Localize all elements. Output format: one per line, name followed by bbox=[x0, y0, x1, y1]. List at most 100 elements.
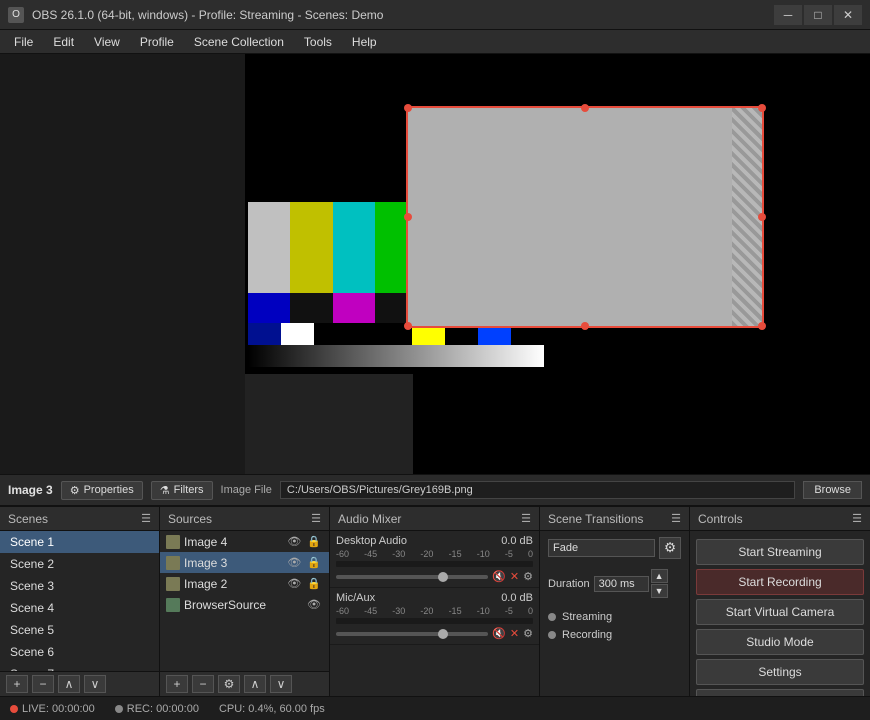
desktop-audio-meter bbox=[336, 561, 533, 567]
source-settings-button[interactable]: ⚙ bbox=[218, 675, 240, 693]
source-add-button[interactable]: + bbox=[166, 675, 188, 693]
audio-mixer-menu-icon[interactable]: ☰ bbox=[521, 512, 531, 525]
menu-file[interactable]: File bbox=[4, 33, 43, 51]
menu-scene-collection[interactable]: Scene Collection bbox=[184, 33, 294, 51]
image-file-label: Image File bbox=[221, 484, 272, 496]
handle-tc[interactable] bbox=[581, 104, 589, 112]
source-row-browser[interactable]: BrowserSource 👁 bbox=[160, 594, 329, 615]
menu-view[interactable]: View bbox=[84, 33, 130, 51]
mic-audio-mute[interactable]: 🔇 bbox=[492, 627, 506, 640]
controls-panel: Controls ☰ Start Streaming Start Recordi… bbox=[690, 507, 870, 696]
source-icon-image3 bbox=[166, 556, 180, 570]
mic-audio-slider[interactable] bbox=[336, 632, 488, 636]
scenes-panel-body: Scene 1 Scene 2 Scene 3 Scene 4 Scene 5 … bbox=[0, 531, 159, 671]
handle-br[interactable] bbox=[758, 322, 766, 330]
audio-channel-mic-header: Mic/Aux 0.0 dB bbox=[336, 592, 533, 604]
controls-menu-icon[interactable]: ☰ bbox=[852, 512, 862, 525]
scene-item-1[interactable]: Scene 1 bbox=[0, 531, 159, 553]
handle-mr[interactable] bbox=[758, 213, 766, 221]
source-name-image2: Image 2 bbox=[184, 577, 227, 591]
mic-audio-vol-x[interactable]: ✕ bbox=[510, 627, 519, 640]
exit-button[interactable]: Exit bbox=[696, 689, 864, 696]
duration-down-button[interactable]: ▼ bbox=[651, 584, 668, 598]
mic-audio-settings[interactable]: ⚙ bbox=[523, 627, 533, 640]
start-recording-button[interactable]: Start Recording bbox=[696, 569, 864, 595]
preview-canvas bbox=[0, 54, 870, 474]
duration-value[interactable] bbox=[594, 576, 649, 592]
menu-profile[interactable]: Profile bbox=[130, 33, 184, 51]
selected-source-name: Image 3 bbox=[8, 483, 53, 497]
transition-settings-button[interactable]: ⚙ bbox=[659, 537, 681, 559]
browse-button[interactable]: Browse bbox=[803, 481, 862, 499]
source-icon-image4 bbox=[166, 535, 180, 549]
controls-body: Start Streaming Start Recording Start Vi… bbox=[690, 531, 870, 696]
bar-yellow bbox=[290, 202, 332, 293]
source-lock-image3[interactable]: 🔒 bbox=[305, 555, 323, 570]
scene-item-6[interactable]: Scene 6 bbox=[0, 641, 159, 663]
preview-left-dark bbox=[0, 54, 245, 474]
properties-button[interactable]: ⚙ Properties bbox=[61, 481, 143, 500]
menu-help[interactable]: Help bbox=[342, 33, 387, 51]
maximize-button[interactable]: □ bbox=[804, 5, 832, 25]
gear-icon: ⚙ bbox=[70, 484, 80, 497]
scene-up-button[interactable]: ∧ bbox=[58, 675, 80, 693]
source-name-browser: BrowserSource bbox=[184, 598, 266, 612]
close-button[interactable]: ✕ bbox=[834, 5, 862, 25]
scene-item-3[interactable]: Scene 3 bbox=[0, 575, 159, 597]
desktop-audio-thumb bbox=[438, 572, 448, 582]
duration-up-button[interactable]: ▲ bbox=[651, 569, 668, 583]
source-row-image3[interactable]: Image 3 👁 🔒 bbox=[160, 552, 329, 573]
source-row-image2[interactable]: Image 2 👁 🔒 bbox=[160, 573, 329, 594]
sources-menu-icon[interactable]: ☰ bbox=[311, 512, 321, 525]
desktop-audio-label: Desktop Audio bbox=[336, 535, 407, 547]
source-row-image4[interactable]: Image 4 👁 🔒 bbox=[160, 531, 329, 552]
menu-edit[interactable]: Edit bbox=[43, 33, 84, 51]
scene-remove-button[interactable]: − bbox=[32, 675, 54, 693]
desktop-audio-settings[interactable]: ⚙ bbox=[523, 570, 533, 583]
handle-bl[interactable] bbox=[404, 322, 412, 330]
scene-item-5[interactable]: Scene 5 bbox=[0, 619, 159, 641]
minimize-button[interactable]: ─ bbox=[774, 5, 802, 25]
app-icon: O bbox=[8, 7, 24, 23]
audio-scale-mic: -60-45-30-20-15-10-50 bbox=[336, 606, 533, 616]
start-streaming-button[interactable]: Start Streaming bbox=[696, 539, 864, 565]
transitions-menu-icon[interactable]: ☰ bbox=[671, 512, 681, 525]
source-lock-image4[interactable]: 🔒 bbox=[305, 534, 323, 549]
scene-item-2[interactable]: Scene 2 bbox=[0, 553, 159, 575]
mic-audio-db: 0.0 dB bbox=[501, 592, 533, 604]
title-bar: O OBS 26.1.0 (64-bit, windows) - Profile… bbox=[0, 0, 870, 30]
controls-title: Controls bbox=[698, 512, 743, 526]
desktop-audio-mute[interactable]: 🔇 bbox=[492, 570, 506, 583]
source-up-button[interactable]: ∧ bbox=[244, 675, 266, 693]
live-dot bbox=[10, 705, 18, 713]
studio-mode-button[interactable]: Studio Mode bbox=[696, 629, 864, 655]
mic-audio-label: Mic/Aux bbox=[336, 592, 375, 604]
transition-type-select[interactable]: Fade Cut Swipe Slide bbox=[548, 539, 655, 557]
source-visibility-image4[interactable]: 👁 bbox=[285, 534, 303, 549]
handle-bc[interactable] bbox=[581, 322, 589, 330]
transition-type-row: Fade Cut Swipe Slide ⚙ bbox=[540, 531, 689, 565]
source-visibility-browser[interactable]: 👁 bbox=[305, 597, 323, 612]
handle-tl[interactable] bbox=[404, 104, 412, 112]
handle-tr[interactable] bbox=[758, 104, 766, 112]
scene-add-button[interactable]: + bbox=[6, 675, 28, 693]
scene-item-4[interactable]: Scene 4 bbox=[0, 597, 159, 619]
duration-label: Duration bbox=[548, 578, 590, 590]
transition-duration-row: Duration ▲ ▼ bbox=[540, 565, 689, 602]
menu-tools[interactable]: Tools bbox=[294, 33, 342, 51]
desktop-audio-slider[interactable] bbox=[336, 575, 488, 579]
handle-ml[interactable] bbox=[404, 213, 412, 221]
scenes-menu-icon[interactable]: ☰ bbox=[141, 512, 151, 525]
start-virtual-camera-button[interactable]: Start Virtual Camera bbox=[696, 599, 864, 625]
source-down-button[interactable]: ∨ bbox=[270, 675, 292, 693]
title-bar-text: OBS 26.1.0 (64-bit, windows) - Profile: … bbox=[32, 8, 383, 22]
preview-area bbox=[0, 54, 870, 474]
filters-button[interactable]: ⚗ Filters bbox=[151, 481, 213, 500]
source-remove-button[interactable]: − bbox=[192, 675, 214, 693]
source-visibility-image2[interactable]: 👁 bbox=[285, 576, 303, 591]
source-visibility-image3[interactable]: 👁 bbox=[285, 555, 303, 570]
source-lock-image2[interactable]: 🔒 bbox=[305, 576, 323, 591]
scene-down-button[interactable]: ∨ bbox=[84, 675, 106, 693]
desktop-audio-vol-x[interactable]: ✕ bbox=[510, 570, 519, 583]
settings-button[interactable]: Settings bbox=[696, 659, 864, 685]
